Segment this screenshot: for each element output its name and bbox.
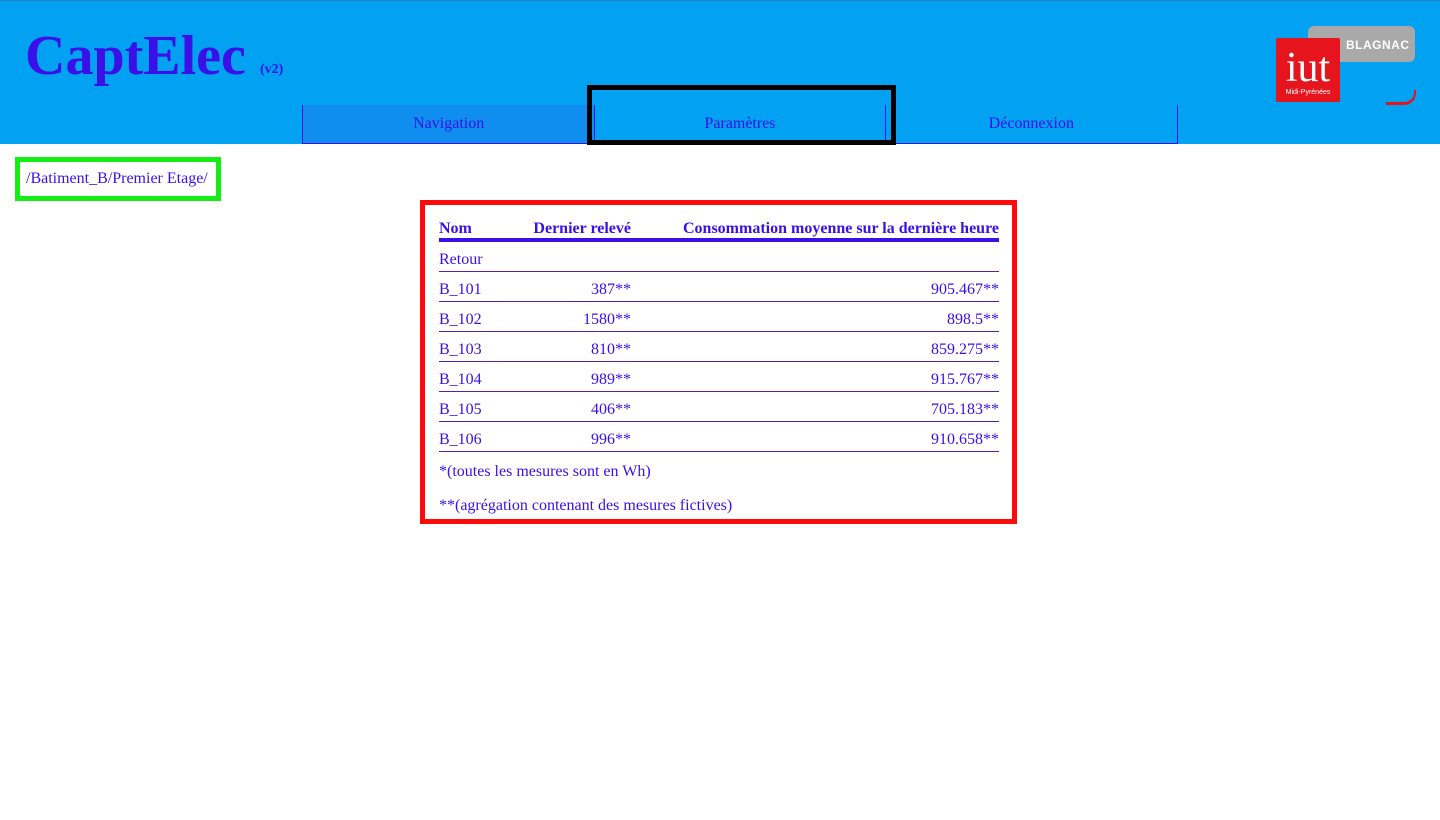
iut-blagnac-logo[interactable]: BLAGNAC iut Midi-Pyrénées <box>1276 26 1416 106</box>
room-name-link[interactable]: B_102 <box>439 301 499 332</box>
back-link[interactable]: Retour <box>439 240 499 272</box>
avg-consumption-cell: 859.275** <box>631 331 999 362</box>
last-reading-cell: 989** <box>499 361 631 392</box>
table-row[interactable]: B_101 387** 905.467** <box>439 271 999 302</box>
table-row[interactable]: B_105 406** 705.183** <box>439 391 999 422</box>
column-header-dernier-releve: Dernier relevé <box>499 214 631 242</box>
avg-consumption-cell: 915.767** <box>631 361 999 392</box>
logo-swoosh-icon <box>1386 90 1416 105</box>
breadcrumb-path-link[interactable]: /Batiment_B/Premier Etage/ <box>26 170 208 187</box>
room-name-link[interactable]: B_101 <box>439 271 499 302</box>
table-cell <box>499 240 631 272</box>
last-reading-cell: 996** <box>499 421 631 452</box>
last-reading-cell: 1580** <box>499 301 631 332</box>
avg-consumption-cell: 910.658** <box>631 421 999 452</box>
nav-item-navigation[interactable]: Navigation <box>303 105 595 143</box>
avg-consumption-cell: 898.5** <box>631 301 999 332</box>
table-row[interactable]: B_104 989** 915.767** <box>439 361 999 392</box>
last-reading-cell: 810** <box>499 331 631 362</box>
room-name-link[interactable]: B_104 <box>439 361 499 392</box>
app-title: CaptElec <box>25 25 246 87</box>
logo-subtitle: Midi-Pyrénées <box>1285 89 1331 96</box>
room-name-link[interactable]: B_105 <box>439 391 499 422</box>
table-row[interactable]: B_103 810** 859.275** <box>439 331 999 362</box>
consumption-table: Nom Dernier relevé Consommation moyenne … <box>439 214 999 452</box>
table-row-retour[interactable]: Retour <box>439 240 999 272</box>
avg-consumption-cell: 705.183** <box>631 391 999 422</box>
table-cell <box>631 240 999 272</box>
breadcrumb: /Batiment_B/Premier Etage/ <box>15 157 221 201</box>
logo-red-square: iut Midi-Pyrénées <box>1276 38 1340 102</box>
nav-separator <box>594 105 595 143</box>
column-header-nom: Nom <box>439 214 499 242</box>
table-row[interactable]: B_106 996** 910.658** <box>439 421 999 452</box>
unit-note: *(toutes les mesures sont en Wh) <box>439 463 651 480</box>
fictive-note: **(agrégation contenant des mesures fict… <box>439 497 733 514</box>
logo-brand-text: iut <box>1285 45 1331 91</box>
last-reading-cell: 387** <box>499 271 631 302</box>
nav-item-parametres[interactable]: Paramètres <box>594 105 886 143</box>
room-name-link[interactable]: B_106 <box>439 421 499 452</box>
logo-campus-label: BLAGNAC <box>1346 38 1410 52</box>
last-reading-cell: 406** <box>499 391 631 422</box>
consumption-panel: Nom Dernier relevé Consommation moyenne … <box>420 200 1017 524</box>
nav-item-deconnexion[interactable]: Déconnexion <box>886 105 1177 143</box>
table-row[interactable]: B_102 1580** 898.5** <box>439 301 999 332</box>
room-name-link[interactable]: B_103 <box>439 331 499 362</box>
nav-separator <box>885 105 886 143</box>
app-version: (v2) <box>260 62 284 77</box>
column-header-consommation: Consommation moyenne sur la dernière heu… <box>631 214 999 242</box>
table-header-row: Nom Dernier relevé Consommation moyenne … <box>439 214 999 242</box>
avg-consumption-cell: 905.467** <box>631 271 999 302</box>
main-nav: Navigation Paramètres Déconnexion <box>302 105 1178 144</box>
